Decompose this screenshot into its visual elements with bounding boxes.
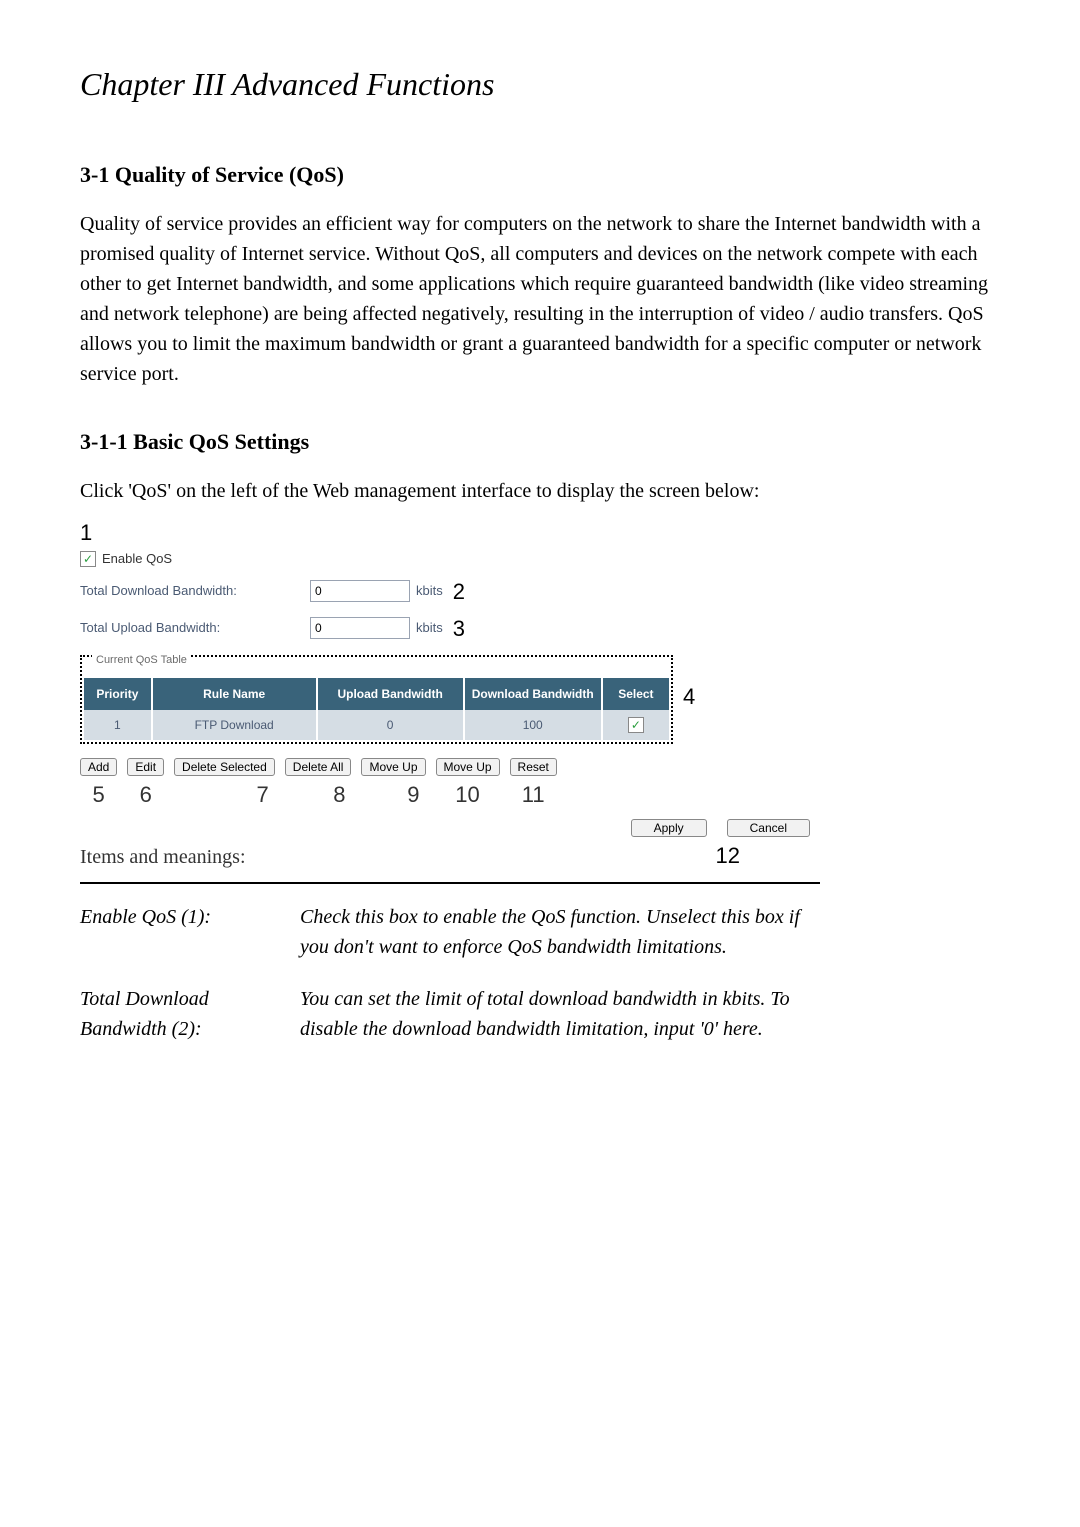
cell-select: ✓ <box>602 710 669 740</box>
divider <box>80 882 820 884</box>
th-priority: Priority <box>84 678 152 710</box>
button-row: Add 5 Edit 6 Delete Selected 7 Delete Al… <box>80 758 680 811</box>
annot-6: 6 <box>140 778 152 811</box>
annot-5: 5 <box>93 778 105 811</box>
chapter-title: Chapter III Advanced Functions <box>80 60 1000 108</box>
th-download-bw: Download Bandwidth <box>464 678 602 710</box>
cell-priority: 1 <box>84 710 152 740</box>
def-term-1: Enable QoS (1): <box>80 902 300 962</box>
annot-3: 3 <box>453 612 465 645</box>
move-up-button[interactable]: Move Up <box>361 758 425 776</box>
th-upload-bw: Upload Bandwidth <box>317 678 464 710</box>
def-enable-qos: Enable QoS (1): Check this box to enable… <box>80 902 820 962</box>
row-select-checkbox[interactable]: ✓ <box>628 717 644 733</box>
def-desc-1: Check this box to enable the QoS functio… <box>300 902 820 962</box>
annot-1: 1 <box>80 516 800 549</box>
upload-bw-label: Total Upload Bandwidth: <box>80 618 310 638</box>
annot-2: 2 <box>453 575 465 608</box>
download-bw-unit: kbits <box>416 581 443 601</box>
def-term-2b: Bandwidth (2): <box>80 1014 300 1044</box>
th-select: Select <box>602 678 669 710</box>
table-row: 1 FTP Download 0 100 ✓ <box>84 710 669 740</box>
qos-screenshot: 1 ✓ Enable QoS Total Download Bandwidth:… <box>80 516 800 872</box>
add-button[interactable]: Add <box>80 758 117 776</box>
def-desc-2: You can set the limit of total download … <box>300 984 820 1044</box>
cell-down: 100 <box>464 710 602 740</box>
reset-button[interactable]: Reset <box>510 758 557 776</box>
annot-4: 4 <box>683 680 695 713</box>
def-term-2: Total Download Bandwidth (2): <box>80 984 300 1044</box>
apply-button[interactable]: Apply <box>631 819 707 837</box>
annot-9: 9 <box>407 778 419 811</box>
delete-all-button[interactable]: Delete All <box>285 758 352 776</box>
annot-8: 8 <box>333 778 345 811</box>
annot-10: 10 <box>455 778 479 811</box>
enable-qos-label: Enable QoS <box>102 549 172 569</box>
cell-up: 0 <box>317 710 464 740</box>
annot-12: 12 <box>716 839 740 872</box>
section-31-body: Quality of service provides an efficient… <box>80 209 1000 389</box>
qos-table: Priority Rule Name Upload Bandwidth Down… <box>84 678 669 740</box>
cancel-button[interactable]: Cancel <box>727 819 810 837</box>
edit-button[interactable]: Edit <box>127 758 164 776</box>
section-31-title: 3-1 Quality of Service (QoS) <box>80 158 1000 191</box>
current-qos-table-box: Current QoS Table Priority Rule Name Upl… <box>80 655 673 745</box>
enable-qos-checkbox[interactable]: ✓ <box>80 551 96 567</box>
section-311-title: 3-1-1 Basic QoS Settings <box>80 425 1000 458</box>
upload-bw-input[interactable] <box>310 617 410 639</box>
download-bw-input[interactable] <box>310 580 410 602</box>
section-311-body: Click 'QoS' on the left of the Web manag… <box>80 476 1000 506</box>
cell-rule: FTP Download <box>152 710 317 740</box>
download-bw-label: Total Download Bandwidth: <box>80 581 310 601</box>
items-and-meanings-label: Items and meanings: <box>80 842 246 872</box>
def-total-download: Total Download Bandwidth (2): You can se… <box>80 984 820 1044</box>
def-term-2a: Total Download <box>80 984 300 1014</box>
th-rule-name: Rule Name <box>152 678 317 710</box>
move-up-2-button[interactable]: Move Up <box>436 758 500 776</box>
annot-11: 11 <box>522 778 545 811</box>
table-legend: Current QoS Table <box>92 652 191 669</box>
delete-selected-button[interactable]: Delete Selected <box>174 758 275 776</box>
upload-bw-unit: kbits <box>416 618 443 638</box>
annot-7: 7 <box>257 778 269 811</box>
